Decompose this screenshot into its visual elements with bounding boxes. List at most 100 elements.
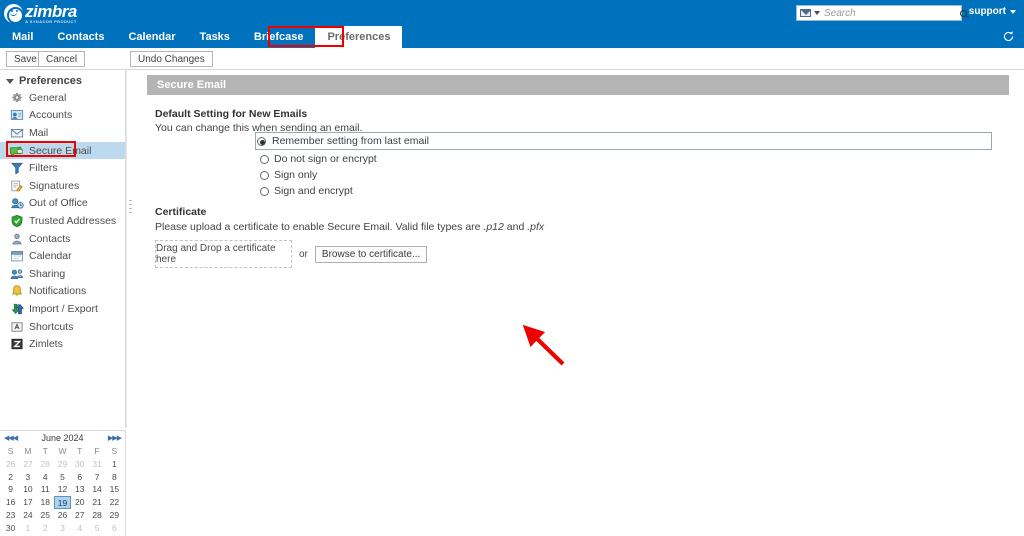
- calendar-day[interactable]: 17: [19, 496, 36, 509]
- calendar-day-today[interactable]: 19: [53, 496, 72, 509]
- calendar-day[interactable]: 12: [54, 483, 71, 496]
- sidebar-splitter[interactable]: [126, 70, 132, 428]
- search-input[interactable]: [822, 6, 960, 20]
- tab-contacts[interactable]: Contacts: [45, 26, 116, 48]
- tab-tasks[interactable]: Tasks: [188, 26, 242, 48]
- calendar-day[interactable]: 29: [106, 509, 123, 522]
- secure-email-icon: [10, 146, 23, 157]
- calendar-day[interactable]: 21: [88, 496, 105, 509]
- radio-option-3[interactable]: Sign and encrypt: [255, 183, 992, 199]
- radio-option-0[interactable]: Remember setting from last email: [255, 132, 992, 150]
- support-menu[interactable]: support: [969, 6, 1016, 17]
- tab-briefcase[interactable]: Briefcase: [242, 26, 316, 48]
- next-year-button[interactable]: ▶▶: [112, 434, 122, 442]
- calendar-day[interactable]: 4: [71, 522, 88, 535]
- radio-button[interactable]: [260, 154, 269, 164]
- sidebar-item-contacts[interactable]: Contacts: [0, 230, 125, 248]
- gear-icon: [11, 92, 23, 102]
- calendar-day[interactable]: 1: [106, 458, 123, 471]
- radio-button[interactable]: [260, 186, 269, 196]
- sidebar-item-label: Notifications: [29, 285, 87, 298]
- undo-changes-button[interactable]: Undo Changes: [130, 51, 213, 67]
- calendar-day[interactable]: 2: [37, 522, 54, 535]
- calendar-day[interactable]: 23: [2, 509, 19, 522]
- calendar-day[interactable]: 11: [37, 483, 54, 496]
- calendar-day[interactable]: 6: [106, 522, 123, 535]
- calendar-day[interactable]: 27: [19, 458, 36, 471]
- filetype-pfx: .pfx: [527, 221, 545, 233]
- sidebar-item-import-export[interactable]: Import / Export: [0, 300, 125, 318]
- search-button[interactable]: [960, 6, 967, 20]
- calendar-day[interactable]: 22: [106, 496, 123, 509]
- calendar-day[interactable]: 9: [2, 483, 19, 496]
- calendar-day[interactable]: 30: [71, 458, 88, 471]
- calendar-day[interactable]: 25: [37, 509, 54, 522]
- mini-calendar-title: June 2024: [41, 433, 84, 443]
- sidebar-item-trusted-addresses[interactable]: Trusted Addresses: [0, 212, 125, 230]
- radio-button[interactable]: [260, 170, 269, 180]
- sidebar-item-zimlets[interactable]: Zimlets: [0, 335, 125, 353]
- sidebar-item-signatures[interactable]: Signatures: [0, 177, 125, 195]
- calendar-day[interactable]: 5: [88, 522, 105, 535]
- sidebar-item-calendar[interactable]: Calendar: [0, 247, 125, 265]
- calendar-day[interactable]: 1: [19, 522, 36, 535]
- radio-option-1[interactable]: Do not sign or encrypt: [255, 151, 992, 167]
- calendar-day[interactable]: 13: [71, 483, 88, 496]
- calendar-day[interactable]: 18: [37, 496, 54, 509]
- calendar-day[interactable]: 4: [37, 471, 54, 484]
- calendar-day[interactable]: 29: [54, 458, 71, 471]
- sidebar-root-preferences[interactable]: Preferences: [0, 73, 125, 89]
- sidebar-item-out-of-office[interactable]: Out of Office: [0, 195, 125, 213]
- calendar-day[interactable]: 14: [88, 483, 105, 496]
- calendar-day[interactable]: 28: [88, 509, 105, 522]
- calendar-day[interactable]: 10: [19, 483, 36, 496]
- sidebar-item-notifications[interactable]: Notifications: [0, 283, 125, 301]
- search-type-dropdown[interactable]: [797, 6, 822, 20]
- sidebar-item-accounts[interactable]: Accounts: [0, 107, 125, 125]
- calendar-day[interactable]: 5: [54, 471, 71, 484]
- refresh-button[interactable]: [1000, 28, 1016, 44]
- sidebar-item-sharing[interactable]: Sharing: [0, 265, 125, 283]
- calendar-day[interactable]: 16: [2, 496, 19, 509]
- calendar-day[interactable]: 6: [71, 471, 88, 484]
- certificate-dropzone[interactable]: Drag and Drop a certificate here: [155, 240, 292, 268]
- sidebar-item-secure-email[interactable]: Secure Email: [0, 141, 125, 160]
- calendar-day[interactable]: 26: [2, 458, 19, 471]
- sidebar-item-general[interactable]: General: [0, 89, 125, 107]
- calendar-day[interactable]: 31: [88, 458, 105, 471]
- prev-year-button[interactable]: ◀◀: [4, 434, 14, 442]
- calendar-day[interactable]: 30: [2, 522, 19, 535]
- sidebar-item-mail[interactable]: Mail: [0, 124, 125, 142]
- tab-preferences[interactable]: Preferences: [315, 26, 403, 48]
- calendar-day[interactable]: 24: [19, 509, 36, 522]
- tab-calendar[interactable]: Calendar: [116, 26, 187, 48]
- search-bar[interactable]: [796, 5, 967, 21]
- app-tab-bar: Mail Contacts Calendar Tasks Briefcase Prefer…: [0, 26, 1024, 48]
- calendar-day[interactable]: 26: [54, 509, 71, 522]
- cancel-button[interactable]: Cancel: [38, 51, 86, 67]
- calendar-day-name: M: [24, 446, 32, 456]
- calendar-day[interactable]: 2: [2, 471, 19, 484]
- browse-to-certificate-button[interactable]: Browse to certificate...: [314, 245, 428, 263]
- tab-mail[interactable]: Mail: [0, 26, 45, 48]
- calendar-day[interactable]: 28: [37, 458, 54, 471]
- top-header-bar: zimbra A SYNACOR PRODUCT support: [0, 0, 1024, 26]
- radio-option-2[interactable]: Sign only: [255, 167, 992, 183]
- out-of-office-icon: [11, 198, 24, 209]
- calendar-day[interactable]: 27: [71, 509, 88, 522]
- zimlet-icon: [11, 338, 23, 350]
- sidebar-item-filters[interactable]: Filters: [0, 159, 125, 177]
- calendar-day[interactable]: 3: [19, 471, 36, 484]
- radio-button-selected[interactable]: [257, 136, 266, 146]
- calendar-day[interactable]: 3: [54, 522, 71, 535]
- calendar-day[interactable]: 7: [88, 471, 105, 484]
- calendar-day[interactable]: 20: [71, 496, 88, 509]
- envelope-icon: [10, 126, 24, 140]
- calendar-day[interactable]: 15: [106, 483, 123, 496]
- sidebar-item-shortcuts[interactable]: Shortcuts: [0, 318, 125, 336]
- zimbra-logo[interactable]: zimbra A SYNACOR PRODUCT: [4, 2, 77, 24]
- calendar-day-name: T: [77, 446, 83, 456]
- preferences-sidebar: Preferences General Accounts Mail Secure Em…: [0, 70, 126, 428]
- radio-option-label: Sign only: [274, 169, 318, 181]
- calendar-day[interactable]: 8: [106, 471, 123, 484]
